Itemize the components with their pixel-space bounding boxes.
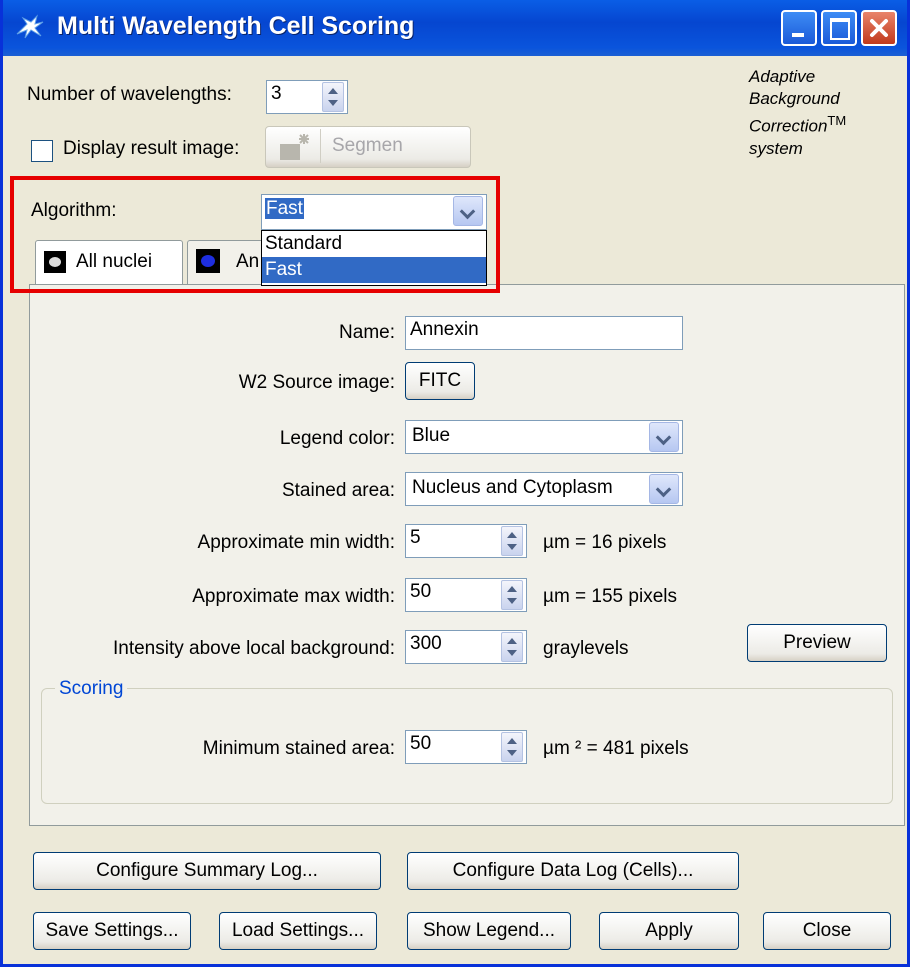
dialog-window: Multi Wavelength Cell Scoring Number of …: [0, 0, 910, 967]
name-input[interactable]: Annexin: [405, 316, 683, 350]
app-icon: [16, 14, 44, 39]
source-image-button[interactable]: FITC: [405, 362, 475, 400]
brand-line-1: Adaptive: [749, 67, 816, 86]
segment-divider: [320, 129, 321, 163]
brand-line-2: Background: [749, 89, 840, 108]
close-button[interactable]: Close: [763, 912, 891, 950]
brand-line-3: CorrectionTM: [749, 110, 846, 138]
segment-label: Segmen: [332, 135, 403, 156]
stained-area-dropdown-button[interactable]: [649, 474, 679, 504]
min-area-unit: µm ² = 481 pixels: [543, 738, 689, 759]
intensity-spinner[interactable]: [501, 632, 523, 662]
intensity-unit: graylevels: [543, 638, 629, 659]
apply-button[interactable]: Apply: [599, 912, 739, 950]
brand-text: Adaptive Background CorrectionTM system: [749, 66, 846, 160]
show-legend-button[interactable]: Show Legend...: [407, 912, 571, 950]
brand-line-4: system: [749, 138, 803, 158]
min-area-spinner[interactable]: [501, 732, 523, 762]
display-result-label: Display result image:: [63, 138, 240, 159]
brand-tm: TM: [827, 113, 847, 128]
segment-button[interactable]: Segmen: [265, 126, 471, 168]
num-wavelengths-spinner[interactable]: [322, 82, 344, 112]
min-width-label: Approximate min width:: [197, 532, 395, 553]
source-image-label: W2 Source image:: [238, 372, 395, 393]
minimize-button[interactable]: [781, 10, 817, 46]
maximize-button[interactable]: [821, 10, 857, 46]
configure-summary-log-button[interactable]: Configure Summary Log...: [33, 852, 381, 890]
window-title: Multi Wavelength Cell Scoring: [57, 12, 415, 40]
brand-correction: Correction: [749, 116, 828, 136]
num-wavelengths-label: Number of wavelengths:: [27, 84, 232, 105]
legend-color-dropdown-button[interactable]: [649, 422, 679, 452]
max-width-label: Approximate max width:: [192, 586, 395, 607]
stained-area-select[interactable]: Nucleus and Cytoplasm: [405, 472, 683, 506]
display-result-checkbox[interactable]: [31, 140, 53, 162]
close-window-button[interactable]: [861, 10, 897, 46]
name-label: Name:: [339, 322, 395, 343]
min-width-unit: µm = 16 pixels: [543, 532, 667, 553]
close-icon: [870, 19, 888, 37]
stained-area-label: Stained area:: [281, 480, 395, 501]
highlight-box: [10, 176, 500, 293]
segment-icon: [270, 130, 318, 164]
save-settings-button[interactable]: Save Settings...: [33, 912, 191, 950]
legend-color-label: Legend color:: [279, 428, 395, 449]
legend-color-select[interactable]: Blue: [405, 420, 683, 454]
min-area-label: Minimum stained area:: [202, 738, 395, 759]
max-width-unit: µm = 155 pixels: [543, 586, 677, 607]
max-width-spinner[interactable]: [501, 580, 523, 610]
load-settings-button[interactable]: Load Settings...: [219, 912, 377, 950]
min-width-spinner[interactable]: [501, 526, 523, 556]
title-bar[interactable]: Multi Wavelength Cell Scoring: [3, 0, 907, 56]
configure-data-log-button[interactable]: Configure Data Log (Cells)...: [407, 852, 739, 890]
scoring-group-label: Scoring: [55, 678, 128, 700]
preview-button[interactable]: Preview: [747, 624, 887, 662]
intensity-label: Intensity above local background:: [112, 638, 395, 659]
